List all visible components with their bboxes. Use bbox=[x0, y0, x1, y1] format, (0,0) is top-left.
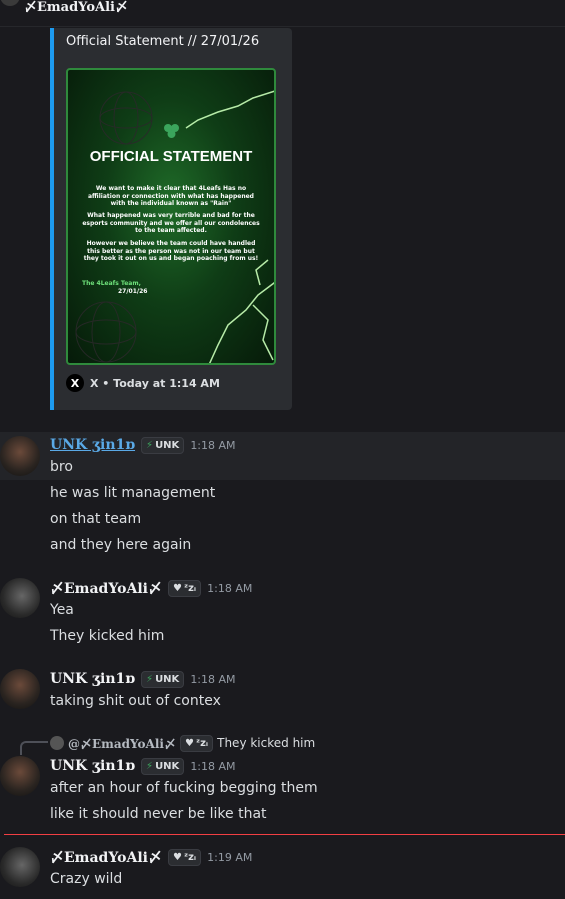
image-para-1: We want to make it clear that 4Leafs Has… bbox=[88, 185, 254, 207]
author-name[interactable]: UNK ʒin1ɒ bbox=[50, 671, 135, 687]
role-tag[interactable]: ♥ ᶻzᵢ bbox=[167, 848, 202, 866]
message-line: on that team bbox=[50, 511, 142, 527]
top-divider bbox=[0, 26, 565, 27]
message-line: taking shit out of contex bbox=[50, 693, 221, 709]
bolt-icon: ⚡ bbox=[146, 760, 154, 772]
role-tag[interactable]: ♥ ᶻzᵢ bbox=[179, 734, 214, 752]
author-name[interactable]: 〆EmadYoAli〆 bbox=[50, 578, 162, 598]
heart-icon: ♥ bbox=[172, 851, 182, 863]
author-name[interactable]: UNK ʒin1ɒ bbox=[50, 437, 135, 453]
image-para-2: What happened was very terrible and bad … bbox=[82, 212, 260, 234]
role-tag[interactable]: ⚡ UNK bbox=[141, 670, 185, 688]
bolt-icon: ⚡ bbox=[146, 673, 154, 685]
image-heading: OFFICIAL STATEMENT bbox=[89, 148, 253, 165]
message-line: and they here again bbox=[50, 537, 192, 553]
bolt-icon: ⚡ bbox=[146, 439, 154, 451]
author-name[interactable]: 〆EmadYoAli〆 bbox=[50, 847, 162, 867]
avatar[interactable] bbox=[0, 0, 20, 6]
new-messages-divider bbox=[4, 834, 565, 835]
role-tag[interactable]: ⚡ UNK bbox=[141, 757, 185, 775]
avatar[interactable] bbox=[0, 578, 40, 618]
reply-author[interactable]: @〆EmadYoAli〆 bbox=[68, 735, 176, 752]
image-para-3: However we believe the team could have h… bbox=[83, 240, 259, 262]
reply-preview[interactable]: @〆EmadYoAli〆 ♥ ᶻzᵢ They kicked him bbox=[50, 734, 315, 752]
embed-footer-text: X • Today at 1:14 AM bbox=[90, 376, 220, 390]
reply-avatar bbox=[50, 736, 64, 750]
image-date: 27/01/26 bbox=[118, 288, 148, 295]
message-line: bro bbox=[50, 459, 73, 475]
link-embed: Official Statement // 27/01/26 OFFICIAL … bbox=[50, 28, 292, 410]
message-line: he was lit management bbox=[50, 485, 216, 501]
message-line: Crazy wild bbox=[50, 871, 123, 887]
author-name[interactable]: UNK ʒin1ɒ bbox=[50, 758, 135, 774]
avatar[interactable] bbox=[0, 756, 40, 796]
timestamp[interactable]: 1:18 AM bbox=[207, 582, 252, 595]
reply-text: They kicked him bbox=[217, 736, 316, 750]
timestamp[interactable]: 1:19 AM bbox=[207, 851, 252, 864]
embed-title[interactable]: Official Statement // 27/01/26 bbox=[66, 34, 259, 49]
avatar[interactable] bbox=[0, 847, 40, 887]
message-line: They kicked him bbox=[50, 628, 165, 644]
embed-footer: X X • Today at 1:14 AM bbox=[66, 374, 220, 392]
embed-image[interactable]: OFFICIAL STATEMENT We want to make it cl… bbox=[66, 68, 276, 365]
x-logo-icon: X bbox=[66, 374, 84, 392]
avatar[interactable] bbox=[0, 436, 40, 476]
heart-icon: ♥ bbox=[172, 582, 182, 594]
avatar[interactable] bbox=[0, 669, 40, 709]
message-line: like it should never be like that bbox=[50, 806, 267, 822]
heart-icon: ♥ bbox=[184, 737, 194, 749]
message-line: Yea bbox=[50, 602, 74, 618]
timestamp[interactable]: 1:18 AM bbox=[190, 760, 235, 773]
message-line: after an hour of fucking begging them bbox=[50, 780, 318, 796]
timestamp[interactable]: 1:18 AM bbox=[190, 673, 235, 686]
reply-connector bbox=[20, 741, 48, 755]
author-name[interactable]: 〆EmadYoAli〆 bbox=[24, 0, 128, 15]
role-tag[interactable]: ♥ ᶻzᵢ bbox=[167, 579, 202, 597]
image-sign: The 4Leafs Team, bbox=[82, 280, 141, 287]
timestamp[interactable]: 1:18 AM bbox=[190, 439, 235, 452]
role-tag[interactable]: ⚡ UNK bbox=[141, 436, 185, 454]
